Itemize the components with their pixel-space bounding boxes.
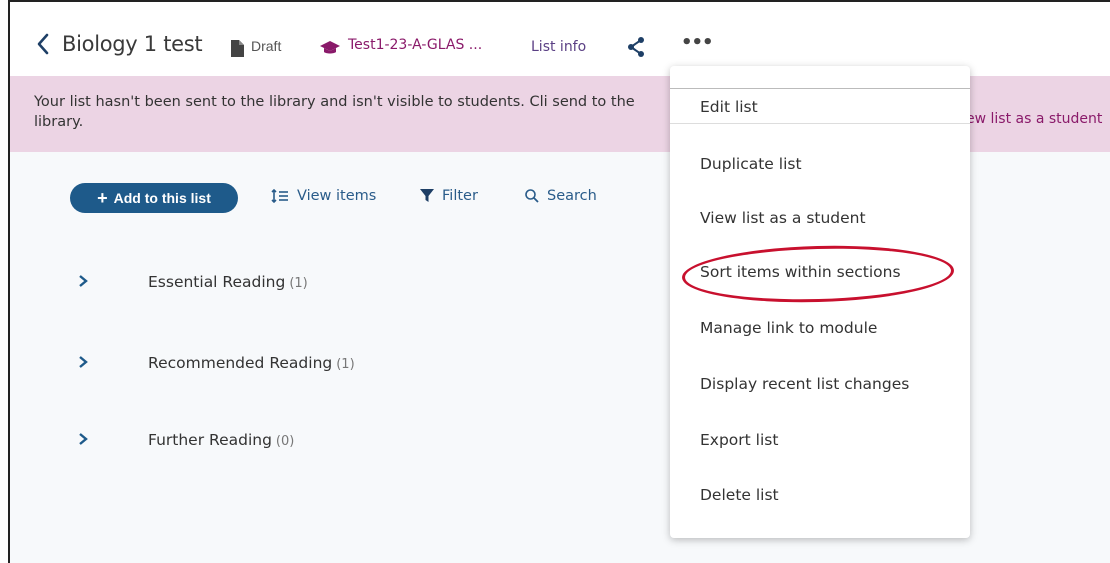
view-items-label: View items [297,188,377,204]
view-as-student-link[interactable]: ew list as a student [966,111,1102,127]
status-badge: Draft [251,38,282,54]
section-recommended-reading[interactable]: Recommended Reading (1) [78,348,355,378]
search-icon [525,189,539,203]
menu-item-sort-items[interactable]: Sort items within sections [670,254,970,290]
filter-button[interactable]: Filter [420,188,478,204]
menu-item-duplicate-list[interactable]: Duplicate list [670,146,970,182]
add-to-list-label: Add to this list [113,190,211,206]
section-count: (1) [289,276,308,291]
chevron-right-icon [78,354,90,373]
section-count: (0) [275,434,295,449]
menu-item-view-as-student[interactable]: View list as a student [670,200,970,236]
chevron-right-icon [78,273,90,292]
module-link[interactable]: Test1-23-A-GLAS ... [348,37,482,53]
menu-item-export-list[interactable]: Export list [670,422,970,458]
menu-item-manage-link[interactable]: Manage link to module [670,310,970,346]
search-label: Search [547,188,597,204]
menu-item-delete-list[interactable]: Delete list [670,477,970,513]
section-count: (1) [336,357,355,372]
document-icon [230,40,244,61]
graduation-cap-icon [320,40,340,59]
more-options-icon[interactable]: ••• [681,32,714,53]
section-label: Recommended Reading (1) [148,354,355,372]
view-items-button[interactable]: View items [271,188,376,204]
section-label: Further Reading (0) [148,431,295,449]
menu-item-recent-changes[interactable]: Display recent list changes [670,366,970,402]
menu-item-edit-list[interactable]: Edit list [670,88,970,124]
filter-icon [420,189,434,203]
section-essential-reading[interactable]: Essential Reading (1) [78,267,308,297]
list-info-link[interactable]: List info [531,39,586,55]
page-title: Biology 1 test [62,32,203,56]
section-label: Essential Reading (1) [148,273,308,291]
chevron-right-icon [78,431,90,450]
add-to-list-button[interactable]: + Add to this list [70,183,238,213]
more-options-menu: Edit list Duplicate list View list as a … [670,66,970,538]
search-button[interactable]: Search [525,188,597,204]
sort-list-icon [271,189,289,203]
page-header: Biology 1 test Draft Test1-23-A-GLAS ...… [10,2,1110,76]
plus-icon: + [97,187,108,208]
section-further-reading[interactable]: Further Reading (0) [78,425,294,455]
share-icon[interactable] [627,37,645,61]
filter-label: Filter [442,188,478,204]
app-window: Biology 1 test Draft Test1-23-A-GLAS ...… [8,0,1110,563]
banner-message: Your list hasn't been sent to the librar… [34,94,635,130]
back-chevron-icon[interactable] [36,33,52,59]
